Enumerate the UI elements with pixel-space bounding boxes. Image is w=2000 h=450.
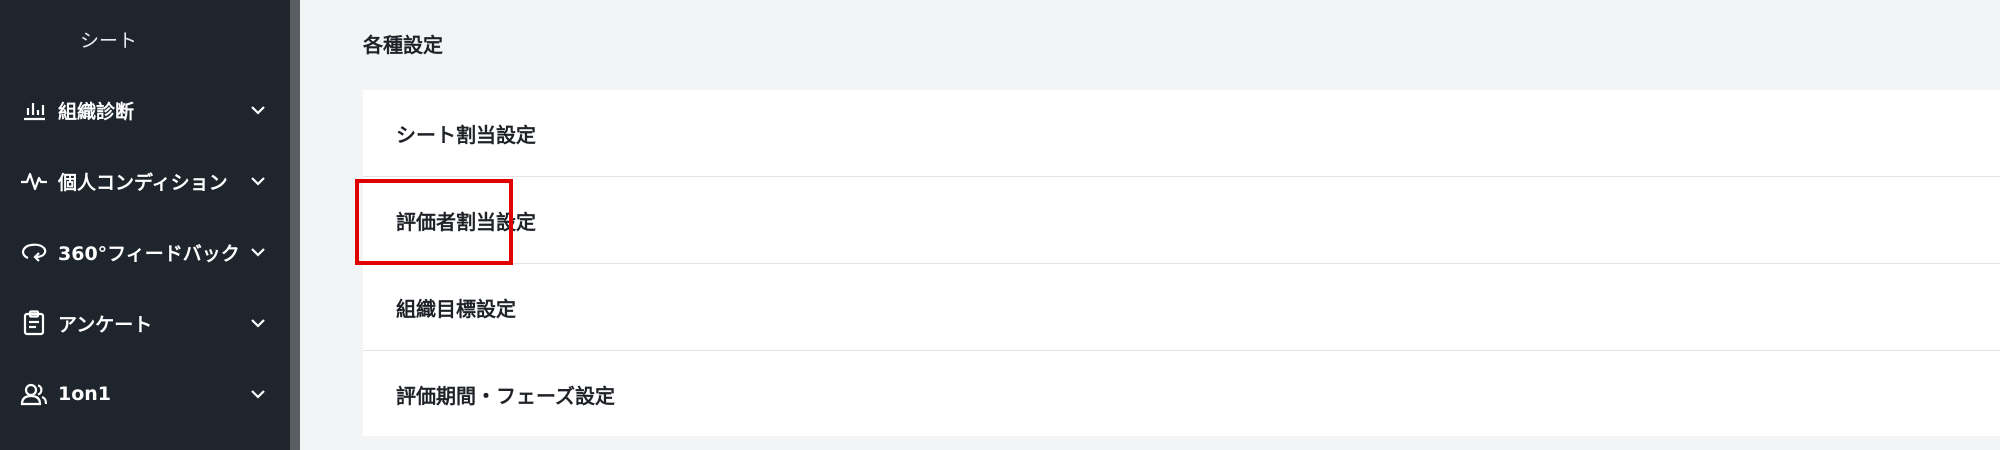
bar-chart-icon [20, 96, 48, 124]
settings-item-label: 評価者割当設定 [396, 210, 536, 234]
sidebar-item-survey[interactable]: アンケート [0, 293, 290, 353]
clipboard-icon [20, 309, 48, 337]
settings-item-label: 評価期間・フェーズ設定 [396, 384, 615, 408]
sidebar-item-label: 1on1 [58, 383, 112, 405]
chevron-down-icon [248, 313, 268, 333]
settings-item-label: シート割当設定 [396, 123, 536, 147]
page-title: 各種設定 [363, 33, 443, 57]
sidebar-item-360-feedback[interactable]: 360°フィードバック [0, 222, 290, 282]
sidebar: シート 組織診断 個人コンディション 360°フィードバック アンケート 1on… [0, 0, 290, 450]
pulse-icon [20, 167, 48, 195]
users-icon [20, 380, 48, 408]
chevron-down-icon [248, 171, 268, 191]
sidebar-item-1on1[interactable]: 1on1 [0, 364, 290, 424]
sidebar-item-personal-condition[interactable]: 個人コンディション [0, 151, 290, 211]
sidebar-item-label: アンケート [58, 313, 153, 336]
settings-item-organization-goals[interactable]: 組織目標設定 [363, 264, 2000, 351]
settings-item-label: 組織目標設定 [396, 297, 516, 321]
settings-item-evaluation-period-phase[interactable]: 評価期間・フェーズ設定 [363, 351, 2000, 437]
sidebar-item-label: 組織診断 [58, 100, 135, 123]
settings-item-sheet-assignment[interactable]: シート割当設定 [363, 90, 2000, 177]
sidebar-item-label: 360°フィードバック [58, 242, 240, 265]
chevron-down-icon [248, 242, 268, 262]
sidebar-subitem-sheet[interactable]: シート [80, 26, 137, 53]
feedback-loop-icon [20, 238, 48, 266]
settings-list: シート割当設定 評価者割当設定 組織目標設定 評価期間・フェーズ設定 [363, 90, 2000, 436]
sidebar-item-organization-diagnosis[interactable]: 組織診断 [0, 80, 290, 140]
chevron-down-icon [248, 100, 268, 120]
chevron-down-icon [248, 384, 268, 404]
settings-item-evaluator-assignment[interactable]: 評価者割当設定 [363, 177, 2000, 264]
sidebar-divider [290, 0, 300, 450]
sidebar-item-label: 個人コンディション [58, 171, 228, 194]
main-content: 各種設定 シート割当設定 評価者割当設定 組織目標設定 評価期間・フェーズ設定 [300, 0, 2000, 450]
